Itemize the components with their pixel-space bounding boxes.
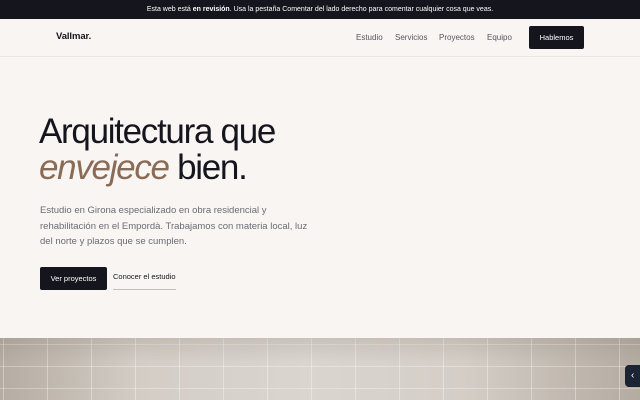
- hero-title-accent: envejece: [39, 148, 170, 187]
- hero-image: [0, 338, 640, 400]
- nav-link-equipo[interactable]: Equipo: [487, 33, 512, 42]
- hero-title-rest: bien.: [168, 148, 248, 187]
- review-banner: Esta web está en revisión . Usa la pesta…: [0, 0, 640, 19]
- site-header: Vallmar. Estudio Servicios Proyectos Equ…: [0, 19, 640, 57]
- chevron-left-icon: ‹: [631, 370, 635, 381]
- hero-section: Arquitectura que envejece bien. Estudio …: [0, 58, 640, 338]
- nav-link-servicios[interactable]: Servicios: [395, 33, 427, 42]
- contact-cta-button[interactable]: Hablemos: [529, 26, 584, 49]
- nav-link-proyectos[interactable]: Proyectos: [439, 33, 475, 42]
- hero-description: Estudio en Girona especializado en obra …: [40, 205, 308, 247]
- hero-title: Arquitectura que envejece bien.: [39, 112, 276, 186]
- hero-image-shade: [0, 338, 640, 400]
- comment-tab[interactable]: ‹: [625, 365, 640, 387]
- review-banner-prefix: Esta web está: [146, 6, 193, 13]
- view-projects-button[interactable]: Ver proyectos: [40, 267, 107, 290]
- review-banner-suffix: . Usa la pestaña Comentar del lado derec…: [229, 6, 494, 13]
- review-banner-status: en revisión: [192, 6, 230, 13]
- meet-studio-link[interactable]: Conocer el estudio: [113, 267, 176, 290]
- nav-link-estudio[interactable]: Estudio: [356, 33, 383, 42]
- hero-title-line-1: Arquitectura que: [39, 112, 276, 151]
- hero-title-line-2: envejece bien.: [39, 150, 275, 186]
